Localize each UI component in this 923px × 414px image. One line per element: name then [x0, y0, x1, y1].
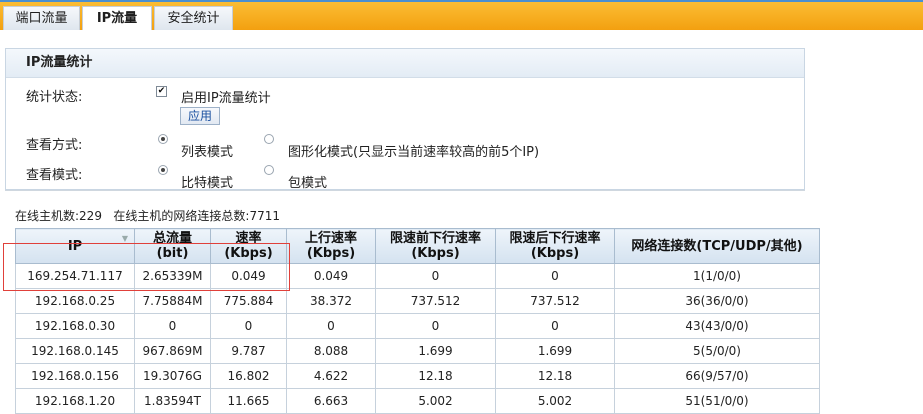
view-method-label: 查看方式:	[26, 138, 83, 153]
cell-upload-rate: 8.088	[286, 338, 376, 364]
table-row: 192.168.0.145 967.869M 9.787 8.088 1.699…	[15, 338, 820, 364]
cell-rate: 16.802	[210, 363, 287, 389]
graph-mode-radio[interactable]	[264, 134, 274, 144]
header-line1: 网络连接数(TCP/UDP/其他)	[631, 238, 803, 254]
col-upload-rate-header[interactable]: 上行速率 (Kbps)	[286, 228, 376, 264]
header-line1: 上行速率	[304, 231, 357, 246]
cell-connections: 66(9/57/0)	[614, 363, 820, 389]
cell-download-before: 1.699	[375, 338, 496, 364]
cell-total-traffic: 19.3076G	[134, 363, 211, 389]
graph-mode-label: 图形化模式(只显示当前速率较高的前5个IP)	[288, 145, 540, 160]
list-mode-label: 列表模式	[181, 145, 234, 160]
panel-title: IP流量统计	[6, 49, 804, 78]
cell-upload-rate: 4.622	[286, 363, 376, 389]
connections-label: 在线主机的网络连接总数:	[113, 209, 250, 223]
cell-download-before: 12.18	[375, 363, 496, 389]
table-row: 192.168.1.20 1.83594T 11.665 6.663 5.002…	[15, 388, 820, 414]
cell-ip: 192.168.1.20	[15, 388, 135, 414]
cell-total-traffic: 967.869M	[134, 338, 211, 364]
col-connections-header[interactable]: 网络连接数(TCP/UDP/其他)	[614, 228, 820, 264]
connections-count: 7711	[249, 209, 280, 223]
header-line2: (Kbps)	[306, 246, 356, 261]
cell-download-after: 1.699	[495, 338, 615, 364]
online-hosts-label: 在线主机数:	[15, 209, 80, 223]
header-line1: 限速前下行速率	[389, 231, 481, 246]
cell-download-after: 12.18	[495, 363, 615, 389]
cell-ip: 192.168.0.156	[15, 363, 135, 389]
table-row: 192.168.0.156 19.3076G 16.802 4.622 12.1…	[15, 363, 820, 389]
cell-ip: 192.168.0.25	[15, 288, 135, 314]
cell-total-traffic: 0	[134, 313, 211, 339]
enable-ip-stats-checkbox[interactable]: ✔	[156, 86, 167, 97]
header-line1: 限速后下行速率	[509, 231, 601, 246]
col-download-before-limit-header[interactable]: 限速前下行速率 (Kbps)	[375, 228, 496, 264]
table-row: 192.168.0.25 7.75884M 775.884 38.372 737…	[15, 288, 820, 314]
cell-download-before: 0	[375, 263, 496, 289]
table-row: 192.168.0.30 0 0 0 0 0 43(43/0/0)	[15, 313, 820, 339]
bit-mode-radio[interactable]	[158, 165, 168, 175]
cell-upload-rate: 0.049	[286, 263, 376, 289]
bit-mode-label: 比特模式	[181, 176, 234, 191]
online-summary: 在线主机数:229 在线主机的网络连接总数:7711	[15, 207, 280, 224]
highlight-annotation-box	[3, 243, 290, 291]
cell-upload-rate: 6.663	[286, 388, 376, 414]
packet-mode-radio[interactable]	[264, 165, 274, 175]
list-mode-radio[interactable]	[158, 134, 168, 144]
packet-mode-label: 包模式	[288, 176, 328, 191]
cell-connections: 36(36/0/0)	[614, 288, 820, 314]
stat-status-label: 统计状态:	[26, 90, 83, 105]
tab-ip-traffic[interactable]: IP流量	[82, 6, 152, 30]
cell-upload-rate: 38.372	[286, 288, 376, 314]
cell-rate: 9.787	[210, 338, 287, 364]
cell-ip: 192.168.0.145	[15, 338, 135, 364]
col-download-after-limit-header[interactable]: 限速后下行速率 (Kbps)	[495, 228, 615, 264]
cell-rate: 775.884	[210, 288, 287, 314]
cell-total-traffic: 7.75884M	[134, 288, 211, 314]
cell-connections: 5(5/0/0)	[614, 338, 820, 364]
cell-download-after: 5.002	[495, 388, 615, 414]
header-line2: (Kbps)	[530, 246, 580, 261]
online-hosts-count: 229	[79, 209, 102, 223]
cell-rate: 11.665	[210, 388, 287, 414]
ip-traffic-settings-panel: IP流量统计 统计状态: ✔ 启用IP流量统计 应用 查看方式: 列表模式 图形…	[5, 48, 805, 191]
tab-security-stats[interactable]: 安全统计	[154, 6, 233, 30]
cell-connections: 51(51/0/0)	[614, 388, 820, 414]
tab-port-traffic[interactable]: 端口流量	[3, 6, 80, 30]
view-mode-label: 查看模式:	[26, 168, 83, 183]
section-divider	[5, 190, 805, 191]
cell-connections: 43(43/0/0)	[614, 313, 820, 339]
cell-download-before: 737.512	[375, 288, 496, 314]
apply-button[interactable]: 应用	[180, 107, 220, 125]
header-line2: (Kbps)	[411, 246, 460, 261]
cell-download-before: 5.002	[375, 388, 496, 414]
cell-connections: 1(1/0/0)	[614, 263, 820, 289]
cell-download-after: 0	[495, 313, 615, 339]
cell-upload-rate: 0	[286, 313, 376, 339]
cell-total-traffic: 1.83594T	[134, 388, 211, 414]
cell-ip: 192.168.0.30	[15, 313, 135, 339]
cell-download-after: 0	[495, 263, 615, 289]
cell-rate: 0	[210, 313, 287, 339]
cell-download-after: 737.512	[495, 288, 615, 314]
enable-ip-stats-label: 启用IP流量统计	[181, 91, 271, 106]
tab-bar: 端口流量 IP流量 安全统计	[0, 2, 923, 30]
cell-download-before: 0	[375, 313, 496, 339]
